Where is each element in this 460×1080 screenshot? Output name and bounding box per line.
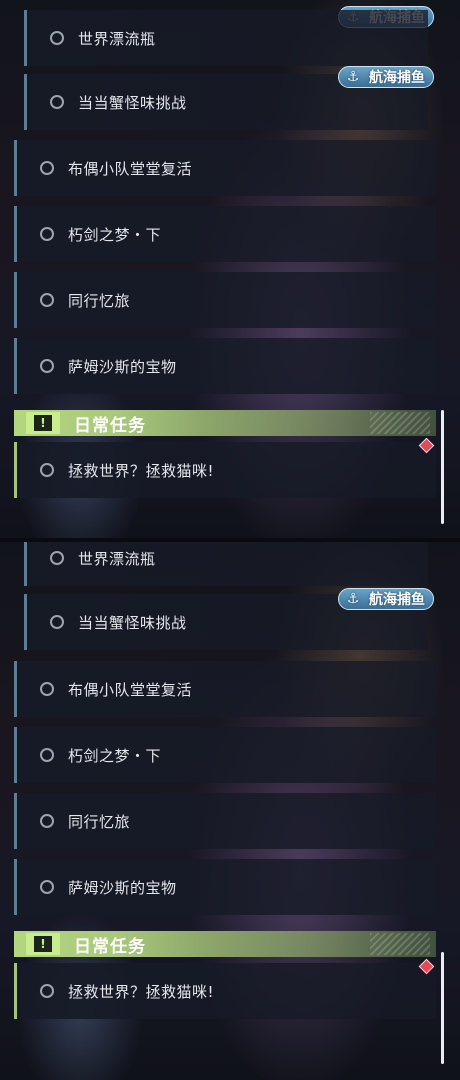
event-tag-label: 航海捕鱼 bbox=[369, 592, 425, 608]
quest-label: 萨姆沙斯的宝物 bbox=[68, 878, 177, 897]
quest-ring-icon bbox=[40, 359, 54, 373]
quest-item-rotten-sword[interactable]: 朽剑之梦・下 bbox=[14, 206, 436, 262]
quest-ring-icon bbox=[40, 984, 54, 998]
quest-label: 世界漂流瓶 bbox=[78, 549, 156, 568]
quest-ring-icon bbox=[50, 95, 64, 109]
daily-quests-title: 日常任务 bbox=[74, 415, 146, 436]
scrollbar[interactable] bbox=[441, 952, 444, 1064]
quest-accent-bar bbox=[14, 661, 17, 717]
quest-panel-bottom: 世界漂流瓶 当当蟹怪味挑战 ⚓ 航海捕鱼 布偶小队堂堂复活 朽剑之梦・下 同行忆… bbox=[0, 540, 460, 1080]
anchor-icon: ⚓ bbox=[346, 591, 360, 607]
quest-accent-bar bbox=[24, 540, 27, 586]
daily-quests-header[interactable]: ! 日常任务 bbox=[14, 410, 436, 436]
exclamation-icon: ! bbox=[26, 933, 60, 955]
header-decoration bbox=[370, 412, 430, 434]
quest-accent-bar bbox=[24, 74, 27, 130]
quest-item-save-world[interactable]: 拯救世界？拯救猫咪! bbox=[14, 442, 436, 498]
event-tag: ⚓ 航海捕鱼 bbox=[338, 66, 434, 88]
quest-item-rotten-sword[interactable]: 朽剑之梦・下 bbox=[14, 727, 436, 783]
quest-label: 同行忆旅 bbox=[68, 291, 131, 310]
quest-label: 同行忆旅 bbox=[68, 812, 131, 831]
quest-label: 朽剑之梦・下 bbox=[68, 746, 162, 765]
quest-item-save-world[interactable]: 拯救世界？拯救猫咪! bbox=[14, 963, 436, 1019]
scrollbar[interactable] bbox=[441, 410, 444, 524]
quest-item-sams-treasure[interactable]: 萨姆沙斯的宝物 bbox=[14, 338, 436, 394]
quest-ring-icon bbox=[40, 814, 54, 828]
daily-quests-title: 日常任务 bbox=[74, 936, 146, 957]
quest-label: 拯救世界？拯救猫咪! bbox=[68, 461, 215, 480]
quest-label: 世界漂流瓶 bbox=[78, 29, 156, 48]
quest-label: 萨姆沙斯的宝物 bbox=[68, 357, 177, 376]
quest-accent-bar bbox=[14, 442, 17, 498]
quest-label: 当当蟹怪味挑战 bbox=[78, 613, 187, 632]
quest-accent-bar bbox=[14, 272, 17, 328]
quest-item-doll-squad[interactable]: 布偶小队堂堂复活 bbox=[14, 661, 436, 717]
quest-ring-icon bbox=[50, 551, 64, 565]
quest-ring-icon bbox=[40, 682, 54, 696]
quest-accent-bar bbox=[14, 140, 17, 196]
quest-ring-icon bbox=[40, 227, 54, 241]
event-tag: ⚓ 航海捕鱼 bbox=[338, 588, 434, 610]
quest-label: 布偶小队堂堂复活 bbox=[68, 680, 193, 699]
quest-accent-bar bbox=[14, 727, 17, 783]
quest-accent-bar bbox=[14, 963, 17, 1019]
quest-ring-icon bbox=[50, 31, 64, 45]
quest-item-world-bottle[interactable]: 世界漂流瓶 bbox=[24, 540, 428, 586]
quest-item-doll-squad[interactable]: 布偶小队堂堂复活 bbox=[14, 140, 436, 196]
quest-ring-icon bbox=[40, 161, 54, 175]
quest-label: 当当蟹怪味挑战 bbox=[78, 93, 187, 112]
quest-accent-bar bbox=[14, 206, 17, 262]
quest-item-journey[interactable]: 同行忆旅 bbox=[14, 272, 436, 328]
quest-label: 拯救世界？拯救猫咪! bbox=[68, 982, 215, 1001]
quest-item-world-bottle[interactable]: 世界漂流瓶 bbox=[24, 10, 428, 66]
quest-accent-bar bbox=[24, 10, 27, 66]
quest-label: 布偶小队堂堂复活 bbox=[68, 159, 193, 178]
quest-accent-bar bbox=[14, 793, 17, 849]
quest-accent-bar bbox=[24, 594, 27, 650]
daily-quests-header[interactable]: ! 日常任务 bbox=[14, 931, 436, 957]
quest-label: 朽剑之梦・下 bbox=[68, 225, 162, 244]
quest-ring-icon bbox=[40, 463, 54, 477]
quest-panel-top: ⚓ 航海捕鱼 世界漂流瓶 当当蟹怪味挑战 ⚓ 航海捕鱼 布偶小队堂堂复活 朽剑之… bbox=[0, 0, 460, 540]
exclamation-icon: ! bbox=[26, 412, 60, 434]
quest-ring-icon bbox=[50, 615, 64, 629]
quest-accent-bar bbox=[14, 859, 17, 915]
quest-ring-icon bbox=[40, 880, 54, 894]
anchor-icon: ⚓ bbox=[346, 69, 360, 85]
header-decoration bbox=[370, 933, 430, 955]
quest-ring-icon bbox=[40, 293, 54, 307]
quest-item-journey[interactable]: 同行忆旅 bbox=[14, 793, 436, 849]
event-tag-label: 航海捕鱼 bbox=[369, 70, 425, 86]
panel-divider bbox=[0, 538, 460, 542]
quest-accent-bar bbox=[14, 338, 17, 394]
quest-item-sams-treasure[interactable]: 萨姆沙斯的宝物 bbox=[14, 859, 436, 915]
quest-ring-icon bbox=[40, 748, 54, 762]
